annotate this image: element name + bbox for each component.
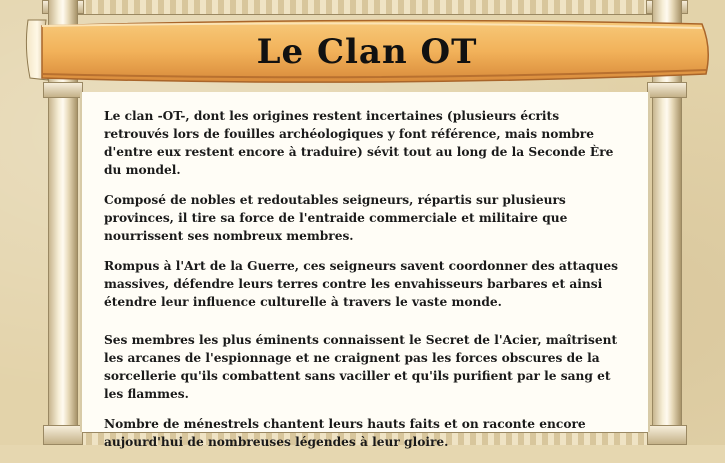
right-column-base bbox=[647, 425, 687, 445]
page-title: Le Clan OT bbox=[256, 32, 478, 72]
paragraph-members: Ses membres les plus éminents connaissen… bbox=[104, 333, 618, 401]
paragraph-warfare: Rompus à l'Art de la Guerre, ces seigneu… bbox=[104, 259, 618, 309]
paragraph-legends: Nombre de ménestrels chantent leurs haut… bbox=[104, 417, 586, 449]
left-column-base bbox=[43, 425, 83, 445]
top-frieze bbox=[62, 0, 662, 15]
title-banner: Le Clan OT bbox=[22, 18, 712, 86]
paragraph-composition: Composé de nobles et redoutables seigneu… bbox=[104, 193, 568, 243]
paragraph-origins: Le clan -OT-, dont les origines restent … bbox=[104, 109, 614, 177]
lore-text: Le clan -OT-, dont les origines restent … bbox=[104, 107, 624, 463]
